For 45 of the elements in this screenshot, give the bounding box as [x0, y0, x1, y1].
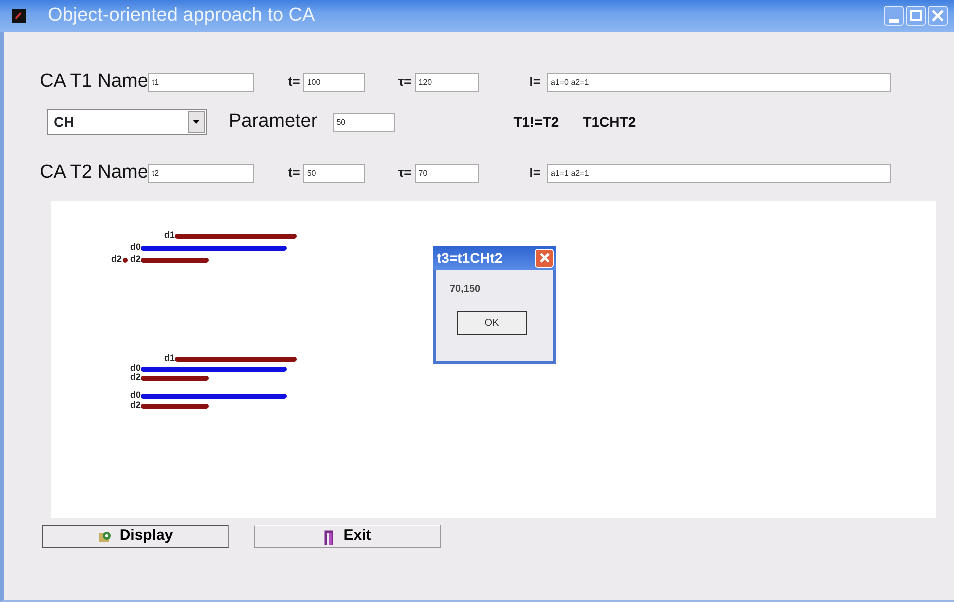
parameter-field[interactable]: 50	[332, 112, 395, 132]
i-label: I=	[530, 73, 541, 92]
bar-label: d0	[130, 243, 141, 252]
tau-label: τ=	[398, 73, 412, 92]
tau-label: τ=	[398, 164, 412, 182]
exit-button[interactable]: Exit	[254, 525, 441, 548]
t1-name-label: CA T1 Name	[40, 70, 148, 94]
display-button[interactable]: Display	[42, 525, 229, 548]
app-icon	[12, 9, 26, 23]
t-field[interactable]: 100	[303, 72, 366, 92]
parameter-label: Parameter	[229, 110, 318, 134]
result-text: T1CHT2	[583, 112, 636, 132]
name-field[interactable]: t1	[148, 72, 254, 92]
result-text: T1!=T2	[514, 112, 560, 132]
bar-label: d0	[130, 391, 141, 400]
minimize-icon	[889, 18, 899, 22]
bar-label: d1	[164, 231, 175, 240]
i-label: I=	[530, 164, 541, 182]
operator-dropdown[interactable]: CH	[47, 109, 207, 135]
connector-bar	[123, 258, 128, 263]
maximize-button[interactable]	[906, 6, 926, 26]
bar-label: d0	[130, 364, 141, 372]
name-field[interactable]: t2	[148, 164, 254, 182]
ok-button[interactable]: OK	[457, 311, 527, 335]
t-field[interactable]: 50	[303, 164, 366, 182]
t-label: t=	[288, 73, 300, 92]
dialog-title: t3=t1CHt2	[437, 248, 503, 268]
bar-label: d2	[111, 255, 122, 264]
bar-label: d2	[130, 255, 141, 264]
t-label: t=	[288, 164, 300, 182]
caret-icon	[193, 120, 200, 124]
dialog-message: 70,150	[450, 283, 482, 297]
t2-name-label: CA T2 Name	[40, 160, 148, 185]
window-title: Object-oriented approach to CA	[48, 4, 316, 28]
bar-label: d2	[130, 373, 141, 382]
tau-field[interactable]: 120	[414, 72, 479, 92]
close-icon	[538, 252, 550, 264]
close-button[interactable]	[928, 6, 948, 26]
bar-label: d1	[164, 354, 175, 363]
i-field[interactable]: a1=1 a2=1	[546, 164, 891, 182]
tau-field[interactable]: 70	[414, 164, 479, 182]
door-icon	[324, 528, 336, 544]
minimize-button[interactable]	[884, 6, 904, 26]
bar-label: d2	[130, 400, 141, 410]
i-field[interactable]: a1=0 a2=1	[546, 72, 891, 92]
